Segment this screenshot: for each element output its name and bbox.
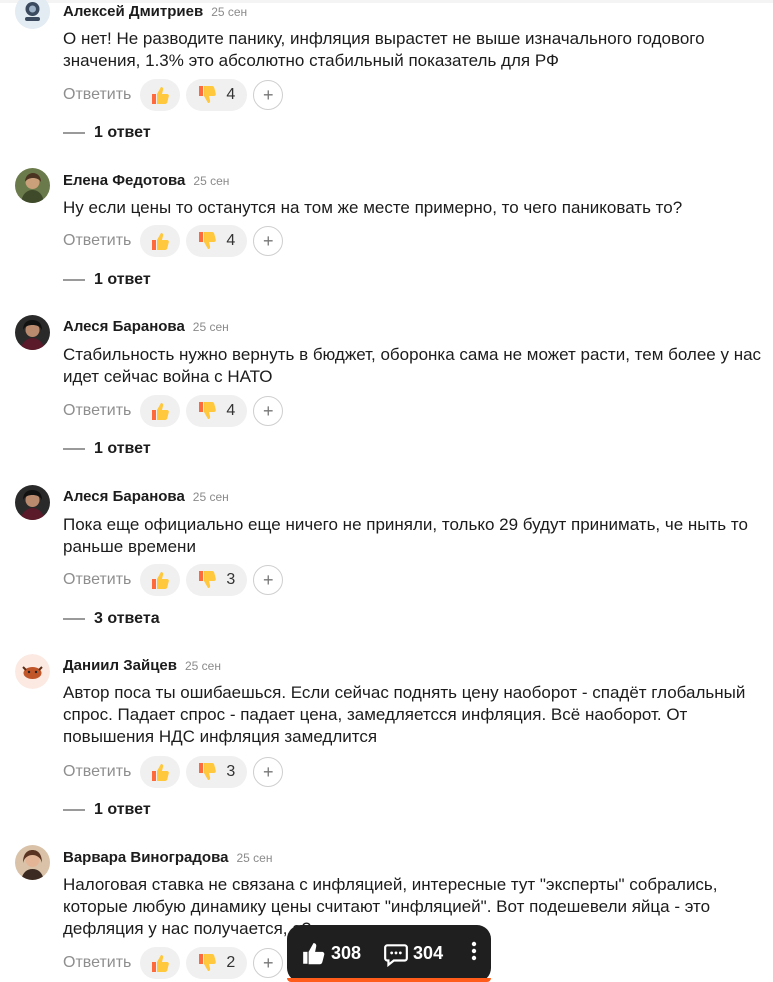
comment-author[interactable]: Алеся Баранова (63, 488, 185, 505)
reply-button[interactable]: Ответить (63, 763, 131, 781)
plus-icon: + (263, 230, 274, 251)
post-like-count: 308 (331, 943, 362, 963)
comment-text: Автор поса ты ошибаешься. Если сейчас по… (63, 683, 746, 746)
add-reaction-button[interactable]: + (253, 396, 284, 426)
replies-count: 3 ответа (94, 610, 160, 627)
show-replies-button[interactable]: 1 ответ (63, 271, 151, 289)
avatar[interactable] (15, 0, 50, 29)
replies-dash (63, 618, 85, 620)
comment-text: О нет! Не разводите панику, инфляция выр… (63, 29, 705, 70)
add-reaction-button[interactable]: + (253, 948, 284, 978)
plus-icon: + (263, 761, 274, 782)
comment-author[interactable]: Варвара Виноградова (63, 849, 228, 866)
thumbs-down-icon (199, 954, 217, 971)
dislike-button[interactable]: 4 (186, 79, 248, 111)
dislike-count: 4 (226, 86, 236, 103)
post-like-button[interactable]: 308 (301, 941, 361, 967)
thumbs-up-icon (152, 764, 170, 781)
avatar[interactable] (15, 315, 50, 350)
add-reaction-button[interactable]: + (253, 757, 284, 787)
thumbs-down-icon (199, 402, 217, 419)
like-button[interactable] (140, 756, 181, 788)
reply-button[interactable]: Ответить (63, 232, 131, 250)
add-reaction-button[interactable]: + (253, 80, 284, 110)
dislike-button[interactable]: 3 (186, 564, 248, 596)
comment-date: 25 сен (192, 490, 229, 504)
thumbs-up-icon (152, 87, 170, 104)
floating-action-bar: 308 304 (287, 925, 491, 982)
plus-icon: + (263, 84, 274, 105)
like-button[interactable] (140, 395, 181, 427)
comment-bubble-icon (384, 943, 408, 967)
post-comments-button[interactable]: 304 (383, 941, 443, 967)
comment-text: Пока еще официально еще ничего не принял… (63, 515, 748, 556)
more-options-button[interactable] (469, 940, 479, 967)
comment-date: 25 сен (184, 659, 221, 673)
comment-author[interactable]: Елена Федотова (63, 172, 185, 189)
plus-icon: + (263, 952, 274, 973)
reply-button[interactable]: Ответить (63, 86, 131, 104)
show-replies-button[interactable]: 1 ответ (63, 124, 151, 142)
dislike-button[interactable]: 2 (186, 947, 248, 979)
thumbs-up-icon (152, 403, 170, 420)
comment-text: Ну если цены то останутся на том же мест… (63, 198, 683, 217)
reply-button[interactable]: Ответить (63, 954, 131, 972)
accent-line (287, 978, 491, 982)
avatar[interactable] (15, 168, 50, 203)
add-reaction-button[interactable]: + (253, 226, 284, 256)
dislike-button[interactable]: 4 (186, 225, 248, 257)
replies-count: 1 ответ (94, 271, 151, 288)
thumbs-up-icon (152, 572, 170, 589)
thumbs-down-icon (199, 763, 217, 780)
dislike-count: 2 (226, 954, 236, 971)
comment-text: Стабильность нужно вернуть в бюджет, обо… (63, 345, 762, 386)
reply-button[interactable]: Ответить (63, 402, 131, 420)
thumbs-up-icon (303, 942, 325, 964)
plus-icon: + (263, 569, 274, 590)
dislike-count: 4 (226, 232, 236, 249)
comment-date: 25 сен (193, 174, 230, 188)
plus-icon: + (263, 400, 274, 421)
dislike-count: 3 (226, 571, 236, 588)
post-comment-count: 304 (413, 943, 444, 963)
thumbs-up-icon (152, 955, 170, 972)
replies-count: 1 ответ (94, 124, 151, 141)
dislike-count: 4 (226, 402, 236, 419)
like-button[interactable] (140, 947, 181, 979)
reply-button[interactable]: Ответить (63, 571, 131, 589)
replies-dash (63, 279, 85, 281)
replies-count: 1 ответ (94, 801, 151, 818)
comment-author[interactable]: Алексей Дмитриев (63, 3, 203, 20)
dislike-button[interactable]: 3 (186, 756, 248, 788)
dislike-button[interactable]: 4 (186, 395, 248, 427)
like-button[interactable] (140, 79, 181, 111)
comment-date: 25 сен (236, 851, 273, 865)
comment-date: 25 сен (211, 5, 248, 19)
replies-count: 1 ответ (94, 440, 151, 457)
dislike-count: 3 (226, 763, 236, 780)
replies-dash (63, 448, 85, 450)
show-replies-button[interactable]: 3 ответа (63, 610, 160, 628)
like-button[interactable] (140, 564, 181, 596)
avatar[interactable] (15, 845, 50, 880)
show-replies-button[interactable]: 1 ответ (63, 440, 151, 458)
show-replies-button[interactable]: 1 ответ (63, 801, 151, 819)
thumbs-down-icon (199, 232, 217, 249)
thumbs-up-icon (152, 233, 170, 250)
comment-author[interactable]: Даниил Зайцев (63, 657, 177, 674)
vertical-dots-icon (471, 941, 477, 961)
like-button[interactable] (140, 225, 181, 257)
replies-dash (63, 132, 85, 134)
thumbs-down-icon (199, 571, 217, 588)
comment-date: 25 сен (192, 320, 229, 334)
comment-author[interactable]: Алеся Баранова (63, 318, 185, 335)
add-reaction-button[interactable]: + (253, 565, 284, 595)
thumbs-down-icon (199, 86, 217, 103)
avatar[interactable] (15, 654, 50, 689)
replies-dash (63, 809, 85, 811)
avatar[interactable] (15, 485, 50, 520)
